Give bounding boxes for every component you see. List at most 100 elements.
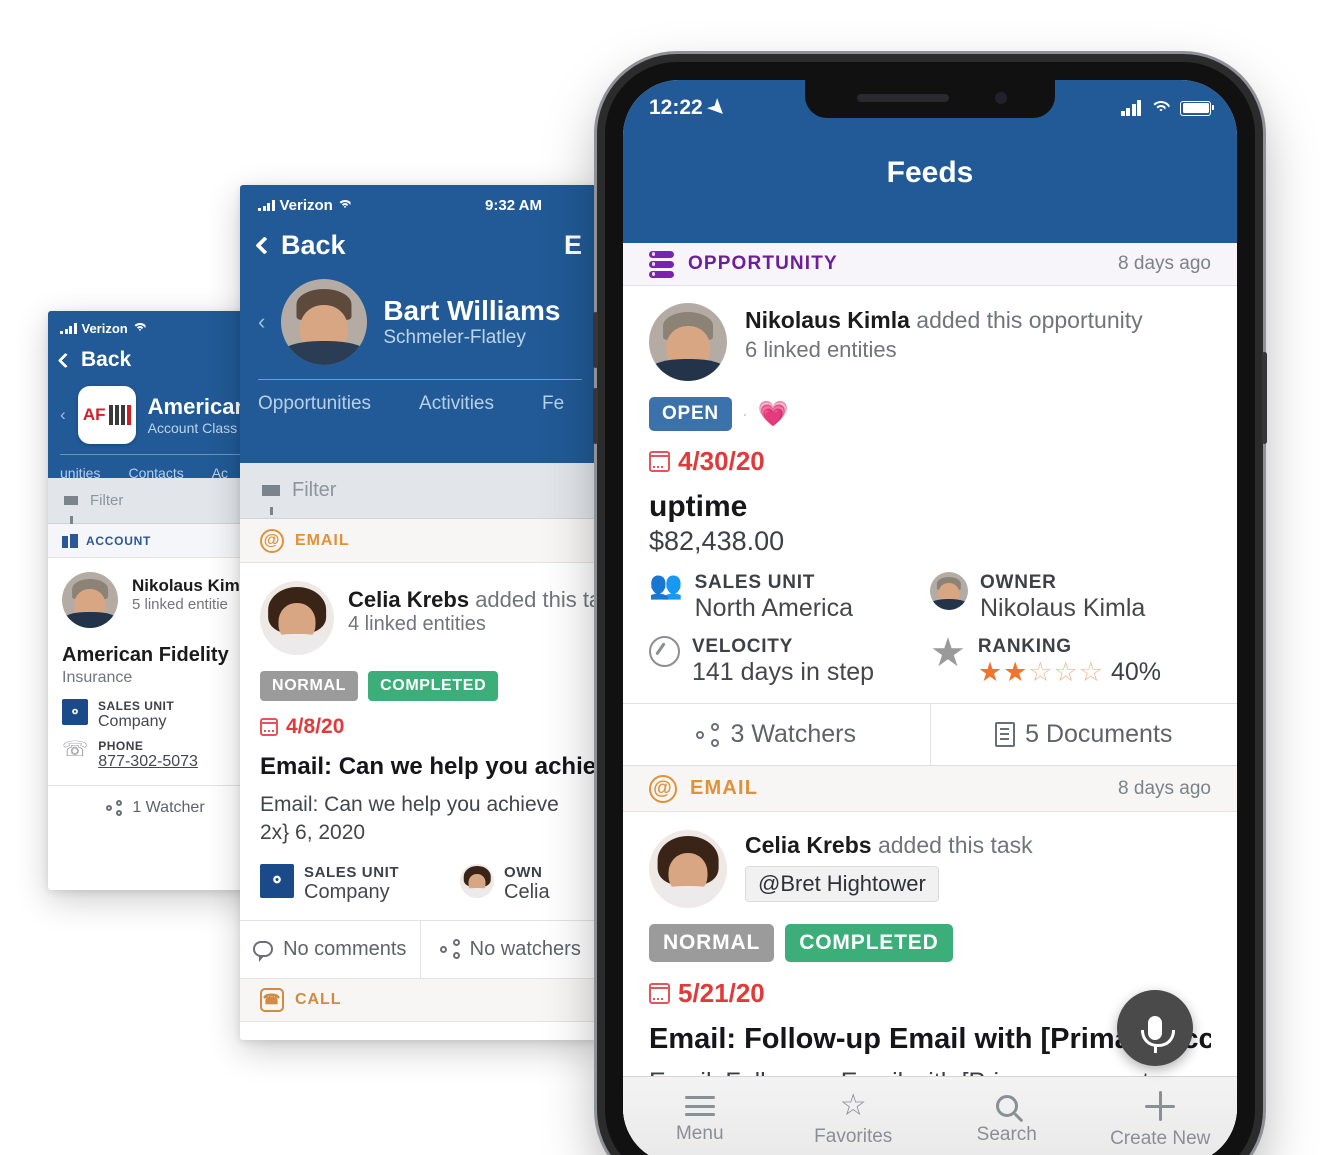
chevron-left-icon bbox=[255, 236, 274, 255]
microphone-button[interactable] bbox=[1117, 990, 1193, 1066]
linked-entities: 6 linked entities bbox=[745, 337, 897, 362]
volume-down-button[interactable] bbox=[593, 388, 598, 444]
carrier-label: Verizon bbox=[279, 197, 333, 214]
middle-phone-next-section-header: ☎ CALL bbox=[240, 977, 600, 1022]
share-icon bbox=[106, 799, 123, 816]
contact-avatar bbox=[281, 279, 368, 365]
back-phone-feed-card[interactable]: Nikolaus Kimla 5 linked entitie American… bbox=[48, 558, 263, 771]
meta-label: OWN bbox=[504, 863, 543, 881]
meta-value[interactable]: 877-302-5073 bbox=[98, 753, 198, 771]
notch bbox=[805, 80, 1055, 118]
meta-sales-unit: 👥 SALES UNIT North America bbox=[649, 572, 930, 623]
meta-sales-unit: ⚬ SALES UNIT Company bbox=[62, 699, 249, 731]
volume-button[interactable] bbox=[593, 312, 598, 368]
carousel-prev-icon[interactable]: ‹ bbox=[60, 405, 66, 425]
meta-sales-unit: ⚬ SALES UNIT Company bbox=[260, 863, 460, 904]
feed-actor-row: Celia Krebs added this task @Bret Highto… bbox=[649, 830, 1211, 908]
meta-value: North America bbox=[694, 594, 854, 622]
front-camera bbox=[995, 92, 1007, 104]
actor-avatar bbox=[649, 830, 727, 908]
tab-label: Search bbox=[976, 1124, 1037, 1145]
watchers-button[interactable]: No watchers bbox=[419, 920, 601, 978]
section-kind: OPPORTUNITY bbox=[688, 253, 838, 274]
comments-button[interactable]: No comments bbox=[240, 921, 420, 978]
tab-create-new[interactable]: Create New bbox=[1084, 1077, 1238, 1155]
opportunity-card-footer: 3 Watchers 5 Documents bbox=[623, 703, 1237, 765]
back-phone-filter-bar[interactable]: Filter bbox=[48, 478, 263, 524]
hamburger-icon bbox=[684, 1096, 715, 1116]
feed-actor-row: Nikolaus Kimla 5 linked entitie bbox=[62, 572, 254, 628]
back-label: Back bbox=[281, 230, 346, 260]
priority-badge: NORMAL bbox=[649, 924, 775, 962]
tab-label: Favorites bbox=[814, 1126, 893, 1147]
section-kind: EMAIL bbox=[690, 777, 759, 799]
tab-opportunities[interactable]: unities bbox=[60, 465, 100, 481]
meta-velocity: VELOCITY 141 days in step bbox=[649, 636, 930, 687]
actor-line: Nikolaus Kimla added this opportunity bbox=[745, 307, 1143, 334]
share-icon bbox=[439, 939, 460, 960]
meta-value: 141 days in step bbox=[692, 658, 875, 686]
contact-company: Schmeler-Flatley bbox=[383, 327, 526, 348]
status-badge: OPEN bbox=[649, 397, 732, 431]
meta-value: Nikolaus Kimla bbox=[980, 594, 1146, 622]
actor-action: added this task bbox=[877, 832, 1033, 858]
back-button[interactable]: Back bbox=[57, 348, 131, 372]
account-industry: Insurance bbox=[62, 669, 133, 686]
opportunity-section-header: OPPORTUNITY 8 days ago bbox=[623, 243, 1237, 286]
meta-label: RANKING bbox=[977, 636, 1072, 657]
middle-phone-feed-card[interactable]: Celia Krebs added this ta 4 linked entit… bbox=[240, 563, 600, 904]
calendar-icon bbox=[649, 451, 670, 472]
section-kind: EMAIL bbox=[295, 531, 350, 549]
opportunity-meta-row-1: 👥 SALES UNIT North America OWNER Nikolau… bbox=[649, 572, 1211, 623]
wifi-icon bbox=[337, 200, 353, 211]
back-button[interactable]: Back bbox=[255, 230, 346, 261]
due-date-value: 4/8/20 bbox=[286, 715, 345, 738]
tab-contacts[interactable]: Contacts bbox=[128, 465, 183, 481]
af-logo-bars bbox=[108, 405, 131, 425]
carousel-prev-icon[interactable]: ‹ bbox=[258, 309, 265, 335]
watchers-button[interactable]: 1 Watcher bbox=[48, 786, 263, 829]
actor-action: added this ta bbox=[475, 587, 600, 612]
middle-meta-grid: ⚬ SALES UNIT Company OWN Celia bbox=[260, 863, 580, 904]
actor-line: Celia Krebs added this task bbox=[745, 832, 1033, 859]
mention-chip[interactable]: @Bret Hightower bbox=[745, 866, 939, 902]
opportunity-icon bbox=[649, 250, 674, 278]
wifi-icon bbox=[1150, 100, 1171, 116]
tab-activities[interactable]: Activities bbox=[419, 393, 494, 415]
tab-opportunities[interactable]: Opportunities bbox=[258, 393, 371, 415]
power-button[interactable] bbox=[1262, 352, 1267, 444]
meta-label: PHONE bbox=[98, 739, 144, 753]
calendar-icon bbox=[260, 718, 278, 736]
account-name: American bbox=[147, 394, 248, 419]
watchers-button[interactable]: 3 Watchers bbox=[623, 704, 930, 765]
account-identity: ‹ AF American Account Class bbox=[60, 386, 251, 444]
star-icon: ★ bbox=[930, 631, 966, 675]
tab-favorites[interactable]: ☆ Favorites bbox=[777, 1077, 931, 1155]
tab-feeds[interactable]: Fe bbox=[542, 393, 564, 415]
ranking-percent: 40% bbox=[1110, 658, 1161, 686]
actor-name: Nikolaus Kimla bbox=[745, 307, 910, 333]
linked-entities: 5 linked entitie bbox=[132, 596, 228, 613]
middle-phone-navbar: Back E bbox=[255, 230, 582, 261]
meta-label: SALES UNIT bbox=[304, 863, 400, 881]
signal-icon bbox=[60, 323, 77, 334]
documents-button[interactable]: 5 Documents bbox=[929, 704, 1238, 765]
header-action-cut[interactable]: E bbox=[564, 230, 582, 261]
middle-phone-panel: Verizon 9:32 AM Back E ‹ Bart Williams S… bbox=[240, 185, 600, 1040]
tab-search[interactable]: Search bbox=[930, 1077, 1084, 1155]
tab-menu[interactable]: Menu bbox=[623, 1077, 777, 1155]
actor-avatar bbox=[62, 572, 118, 628]
badge-row: NORMAL COMPLETED bbox=[649, 924, 1211, 962]
status-badge: COMPLETED bbox=[785, 924, 953, 962]
middle-phone-tabs: Opportunities Activities Fe bbox=[258, 380, 582, 415]
middle-phone-filter-bar[interactable]: Filter bbox=[240, 463, 600, 519]
meta-label: SALES UNIT bbox=[694, 572, 816, 593]
opportunity-card[interactable]: Nikolaus Kimla added this opportunity 6 … bbox=[623, 286, 1237, 687]
owner-avatar bbox=[930, 572, 968, 610]
feed-title: Email: Can we help you achieve bbox=[260, 753, 600, 780]
meta-value: Celia bbox=[504, 880, 550, 903]
section-kind: ACCOUNT bbox=[86, 533, 152, 548]
tab-activities[interactable]: Ac bbox=[212, 465, 228, 481]
plus-icon bbox=[1145, 1091, 1176, 1121]
comment-icon bbox=[253, 941, 274, 963]
